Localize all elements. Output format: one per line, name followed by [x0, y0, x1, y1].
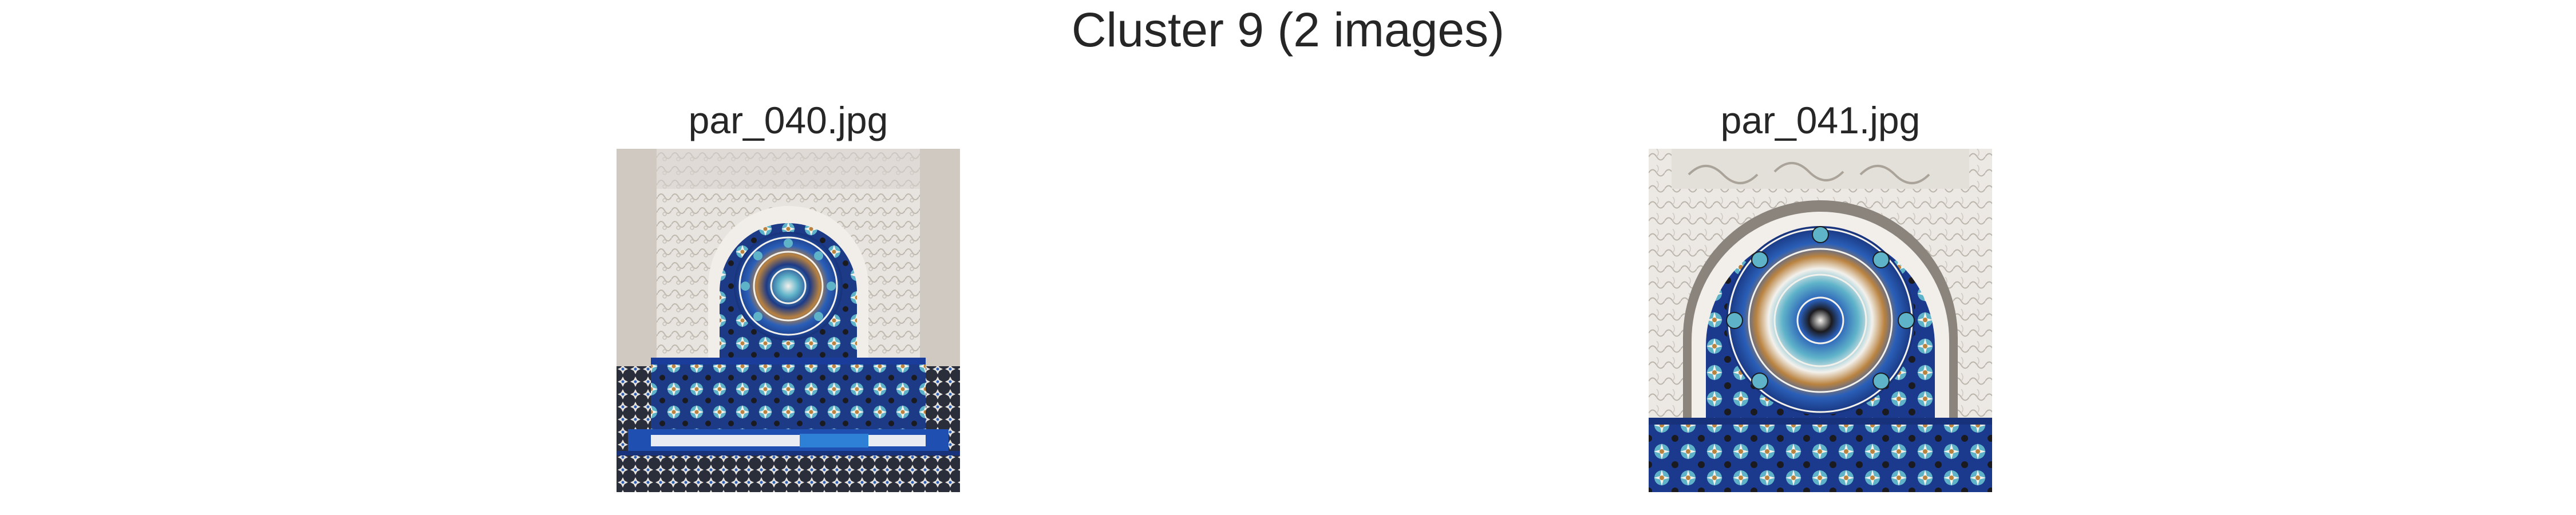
image-filename-title: par_040.jpg — [688, 99, 888, 141]
image-panel-2: par_041.jpg — [1649, 0, 1992, 504]
figure-title: Cluster 9 (2 images) — [1071, 3, 1505, 57]
image-panel-1: par_040.jpg — [617, 0, 960, 504]
image-thumbnail-par-040 — [617, 149, 960, 492]
mosaic-fountain-picture — [617, 149, 960, 492]
mosaic-arch-closeup-picture — [1649, 149, 1992, 492]
image-filename-title: par_041.jpg — [1720, 99, 1921, 141]
image-thumbnail-par-041 — [1649, 149, 1992, 492]
